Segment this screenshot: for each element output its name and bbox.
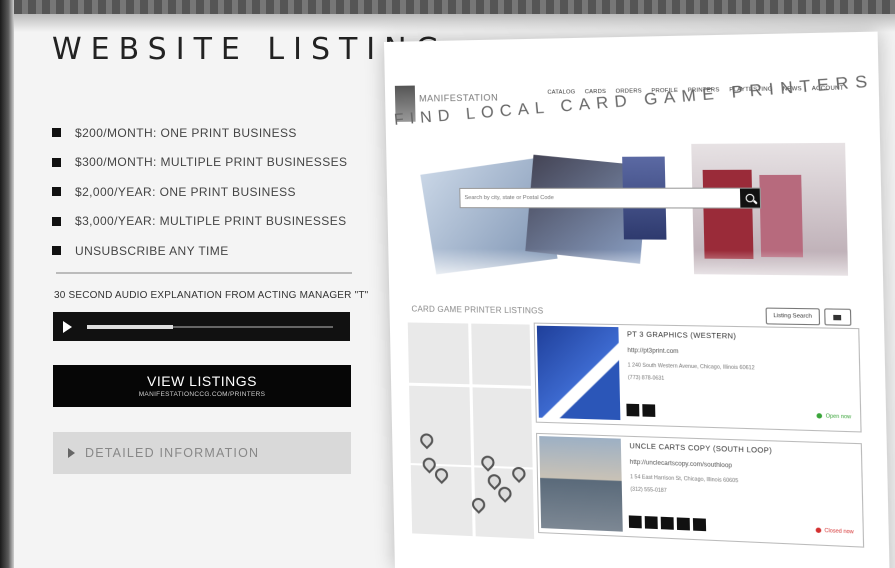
search-icon [746,194,755,202]
listing-thumbnail [537,326,621,420]
square-bullet-icon [52,187,61,196]
facebook-icon[interactable] [626,404,639,417]
audio-seek-bar[interactable] [87,326,333,328]
site-search-bar [459,188,761,209]
pricing-item: $200/MONTH: ONE PRINT BUSINESS [52,118,347,148]
site-listings-title: CARD GAME PRINTER LISTINGS [411,304,543,315]
site-nav-item[interactable]: CATALOG [547,89,575,96]
twitter-icon[interactable] [645,516,658,529]
pricing-item-label: $300/MONTH: MULTIPLE PRINT BUSINESSES [75,155,347,169]
listing-status: Closed now [815,527,853,535]
site-logo-text: MANIFESTATION [419,92,498,103]
site-search-button[interactable] [740,189,760,208]
instagram-icon[interactable] [677,517,690,530]
map-pin-icon[interactable] [479,453,498,472]
grid-icon [834,314,842,319]
view-listings-url: MANIFESTATIONCCG.COM/PRINTERS [53,391,351,398]
hero-print-sample [703,170,754,259]
pricing-item-label: $200/MONTH: ONE PRINT BUSINESS [75,126,297,140]
expand-arrow-icon [68,448,75,458]
listing-name: UNCLE CARTS COPY (SOUTH LOOP) [629,443,772,455]
linkedin-icon[interactable] [693,518,706,531]
listing-status: Open now [817,413,852,420]
listing-thumbnail [539,436,623,532]
pricing-item: UNSUBSCRIBE ANY TIME [52,236,347,266]
pricing-item: $300/MONTH: MULTIPLE PRINT BUSINESSES [52,148,347,178]
status-dot-icon [817,413,823,418]
site-listing-card[interactable]: UNCLE CARTS COPY (SOUTH LOOP) http://unc… [536,433,864,548]
status-dot-icon [815,528,821,534]
pricing-item-label: UNSUBSCRIBE ANY TIME [75,244,229,258]
site-map[interactable] [408,322,534,539]
listing-status-text: Closed now [824,528,853,536]
audio-label: 30 SECOND AUDIO EXPLANATION FROM ACTING … [54,290,368,301]
audio-player [53,312,350,341]
left-frame-edge [0,0,14,568]
listing-status-text: Open now [826,413,852,420]
site-listing-controls: Listing Search [766,308,852,326]
map-pin-icon[interactable] [432,465,451,484]
site-hero-image [406,143,848,281]
view-listings-label: VIEW LISTINGS [53,373,351,389]
listing-social-icons [626,404,655,417]
square-bullet-icon [52,217,61,226]
detailed-information-toggle[interactable]: DETAILED INFORMATION [53,432,351,474]
map-pin-icon[interactable] [418,431,436,450]
detailed-information-label: DETAILED INFORMATION [85,446,259,460]
map-pin-icon[interactable] [495,484,514,503]
play-icon[interactable] [63,321,72,333]
listing-url[interactable]: http://unclecartscopy.com/southloop [630,460,732,470]
square-bullet-icon [52,158,61,167]
listing-address: 1 240 South Western Avenue, Chicago, Ill… [628,362,755,371]
listing-address: 1 54 East Harrison St, Chicago, Illinois… [630,474,738,484]
audio-progress [87,325,173,329]
section-divider [56,272,352,274]
hero-print-sample [759,175,803,257]
pricing-item-label: $2,000/YEAR: ONE PRINT BUSINESS [75,185,296,199]
site-grid-button[interactable] [824,308,851,325]
site-sort-button[interactable]: Listing Search [766,308,820,326]
listing-name: PT 3 GRAPHICS (WESTERN) [627,331,736,340]
hero-fade [408,248,848,287]
top-photo-strip [0,0,895,14]
square-bullet-icon [52,128,61,137]
square-bullet-icon [52,246,61,255]
listing-phone: (773) 878-0631 [628,375,665,382]
pricing-item-label: $3,000/YEAR: MULTIPLE PRINT BUSINESSES [75,214,347,228]
listing-phone: (312) 555-0187 [630,487,667,495]
pricing-item: $2,000/YEAR: ONE PRINT BUSINESS [52,177,347,207]
pricing-list: $200/MONTH: ONE PRINT BUSINESS $300/MONT… [52,118,347,266]
view-listings-button[interactable]: VIEW LISTINGS MANIFESTATIONCCG.COM/PRINT… [53,365,351,407]
youtube-icon[interactable] [661,517,674,530]
listing-social-icons [629,515,706,531]
listing-url[interactable]: http://pt3print.com [627,348,678,355]
page: WEBSITE LISTING $200/MONTH: ONE PRINT BU… [0,0,895,568]
website-screenshot: MANIFESTATION CATALOG CARDS ORDERS PROFI… [384,32,890,568]
twitter-icon[interactable] [642,404,655,417]
site-listing-card[interactable]: PT 3 GRAPHICS (WESTERN) http://pt3print.… [534,323,862,433]
pricing-item: $3,000/YEAR: MULTIPLE PRINT BUSINESSES [52,207,347,237]
site-search-input[interactable] [460,194,740,202]
facebook-icon[interactable] [629,515,642,528]
